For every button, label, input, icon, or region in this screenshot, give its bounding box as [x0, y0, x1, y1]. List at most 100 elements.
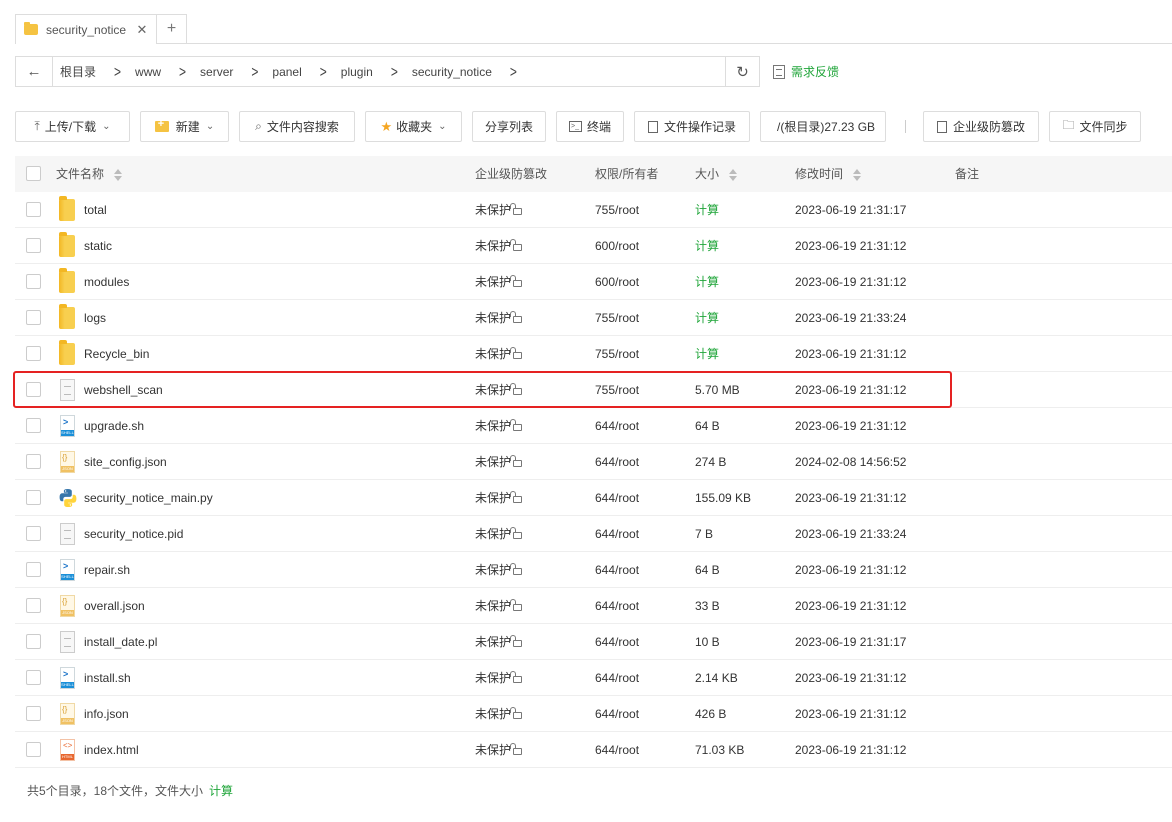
new-button[interactable]: 新建 ⌄	[140, 111, 229, 142]
permission-owner[interactable]: 644/root	[595, 624, 639, 660]
table-row[interactable]: {} JSON info.json 未保护 644/root 426 B 2023-06-1…	[15, 696, 1172, 732]
tamper-status[interactable]: 未保护	[475, 408, 523, 444]
tamper-status[interactable]: 未保护	[475, 552, 523, 588]
file-size[interactable]: 计算	[695, 300, 719, 336]
file-name[interactable]: overall.json	[84, 588, 145, 624]
table-row[interactable]: logs 未保护 755/root 计算 2023-06-19 21:33:24	[15, 300, 1172, 336]
terminal-button[interactable]: >_ 终端	[556, 111, 624, 142]
file-name[interactable]: info.json	[84, 696, 129, 732]
file-size[interactable]: 计算	[695, 192, 719, 228]
file-size[interactable]: 计算	[695, 336, 719, 372]
breadcrumb-item-www[interactable]: www	[135, 65, 161, 79]
table-row[interactable]: > SHELL install.sh 未保护 644/root 2.14 KB 2023-0…	[15, 660, 1172, 696]
select-all-checkbox[interactable]	[26, 166, 41, 181]
row-checkbox[interactable]	[26, 742, 41, 757]
row-checkbox[interactable]	[26, 382, 41, 397]
permission-owner[interactable]: 644/root	[595, 696, 639, 732]
table-row[interactable]: <> HTML index.html 未保护 644/root 71.03 KB 2023-…	[15, 732, 1172, 768]
tamper-status[interactable]: 未保护	[475, 444, 523, 480]
row-checkbox[interactable]	[26, 490, 41, 505]
table-row[interactable]: total 未保护 755/root 计算 2023-06-19 21:31:17	[15, 192, 1172, 228]
permission-owner[interactable]: 644/root	[595, 552, 639, 588]
tab-security-notice[interactable]: security_notice ✕	[15, 14, 157, 44]
file-name[interactable]: upgrade.sh	[84, 408, 144, 444]
file-name[interactable]: security_notice_main.py	[84, 480, 213, 516]
row-checkbox[interactable]	[26, 310, 41, 325]
row-checkbox[interactable]	[26, 346, 41, 361]
row-checkbox[interactable]	[26, 634, 41, 649]
disk-usage-button[interactable]: /(根目录)27.23 GB	[760, 111, 886, 142]
add-tab-button[interactable]: +	[157, 14, 187, 44]
permission-owner[interactable]: 755/root	[595, 192, 639, 228]
permission-owner[interactable]: 644/root	[595, 408, 639, 444]
table-row[interactable]: security_notice.pid 未保护 644/root 7 B 2023-06…	[15, 516, 1172, 552]
permission-owner[interactable]: 644/root	[595, 480, 639, 516]
file-name[interactable]: site_config.json	[84, 444, 167, 480]
tamper-status[interactable]: 未保护	[475, 300, 523, 336]
breadcrumb-item-server[interactable]: server	[200, 65, 233, 79]
breadcrumb-item-plugin[interactable]: plugin	[341, 65, 373, 79]
row-checkbox[interactable]	[26, 202, 41, 217]
permission-owner[interactable]: 600/root	[595, 264, 639, 300]
row-checkbox[interactable]	[26, 454, 41, 469]
share-list-button[interactable]: 分享列表	[472, 111, 546, 142]
table-row[interactable]: security_notice_main.py 未保护 644/root 155.09…	[15, 480, 1172, 516]
permission-owner[interactable]: 644/root	[595, 732, 639, 768]
tamper-status[interactable]: 未保护	[475, 192, 523, 228]
breadcrumb-item-security-notice[interactable]: security_notice	[412, 65, 492, 79]
tamper-protection-button[interactable]: 企业级防篡改	[923, 111, 1039, 142]
table-row[interactable]: {} JSON overall.json 未保护 644/root 33 B 2023-06…	[15, 588, 1172, 624]
back-button[interactable]: ←	[16, 57, 53, 86]
file-sync-button[interactable]: 🗀 文件同步	[1049, 111, 1141, 142]
tamper-status[interactable]: 未保护	[475, 480, 523, 516]
column-name-header[interactable]: 文件名称	[56, 156, 123, 192]
row-checkbox[interactable]	[26, 418, 41, 433]
permission-owner[interactable]: 644/root	[595, 444, 639, 480]
column-mtime-header[interactable]: 修改时间	[795, 156, 862, 192]
file-name[interactable]: install_date.pl	[84, 624, 157, 660]
tamper-status[interactable]: 未保护	[475, 516, 523, 552]
table-row[interactable]: modules 未保护 600/root 计算 2023-06-19 21:31:12	[15, 264, 1172, 300]
row-checkbox[interactable]	[26, 238, 41, 253]
close-icon[interactable]: ✕	[136, 22, 148, 38]
permission-owner[interactable]: 644/root	[595, 588, 639, 624]
permission-owner[interactable]: 755/root	[595, 372, 639, 408]
table-row[interactable]: install_date.pl 未保护 644/root 10 B 2023-06-19…	[15, 624, 1172, 660]
permission-owner[interactable]: 600/root	[595, 228, 639, 264]
permission-owner[interactable]: 644/root	[595, 660, 639, 696]
table-row[interactable]: > SHELL upgrade.sh 未保护 644/root 64 B 2023-06-1…	[15, 408, 1172, 444]
table-row[interactable]: static 未保护 600/root 计算 2023-06-19 21:31:12	[15, 228, 1172, 264]
row-checkbox[interactable]	[26, 598, 41, 613]
permission-owner[interactable]: 644/root	[595, 516, 639, 552]
column-size-header[interactable]: 大小	[695, 156, 738, 192]
file-name[interactable]: Recycle_bin	[84, 336, 149, 372]
tamper-status[interactable]: 未保护	[475, 732, 523, 768]
permission-owner[interactable]: 755/root	[595, 300, 639, 336]
tamper-status[interactable]: 未保护	[475, 624, 523, 660]
tamper-status[interactable]: 未保护	[475, 336, 523, 372]
tamper-status[interactable]: 未保护	[475, 372, 523, 408]
file-name[interactable]: security_notice.pid	[84, 516, 183, 552]
row-checkbox[interactable]	[26, 670, 41, 685]
file-name[interactable]: install.sh	[84, 660, 131, 696]
table-row[interactable]: Recycle_bin 未保护 755/root 计算 2023-06-19 21:31…	[15, 336, 1172, 372]
breadcrumb-item-panel[interactable]: panel	[272, 65, 301, 79]
breadcrumb-item-root[interactable]: 根目录	[60, 63, 96, 80]
file-name[interactable]: index.html	[84, 732, 139, 768]
file-ops-log-button[interactable]: 文件操作记录	[634, 111, 750, 142]
file-size[interactable]: 计算	[695, 264, 719, 300]
file-name[interactable]: modules	[84, 264, 129, 300]
table-row[interactable]: webshell_scan 未保护 755/root 5.70 MB 2023-06-1…	[15, 372, 1172, 408]
file-name[interactable]: static	[84, 228, 112, 264]
row-checkbox[interactable]	[26, 562, 41, 577]
tamper-status[interactable]: 未保护	[475, 588, 523, 624]
file-size[interactable]: 计算	[695, 228, 719, 264]
permission-owner[interactable]: 755/root	[595, 336, 639, 372]
upload-download-button[interactable]: ⤒ 上传/下载 ⌄	[15, 111, 130, 142]
table-row[interactable]: > SHELL repair.sh 未保护 644/root 64 B 2023-06-19…	[15, 552, 1172, 588]
tamper-status[interactable]: 未保护	[475, 696, 523, 732]
feedback-link[interactable]: 需求反馈	[773, 63, 839, 80]
file-name[interactable]: webshell_scan	[84, 372, 163, 408]
content-search-button[interactable]: ⌕ 文件内容搜索	[239, 111, 355, 142]
row-checkbox[interactable]	[26, 274, 41, 289]
